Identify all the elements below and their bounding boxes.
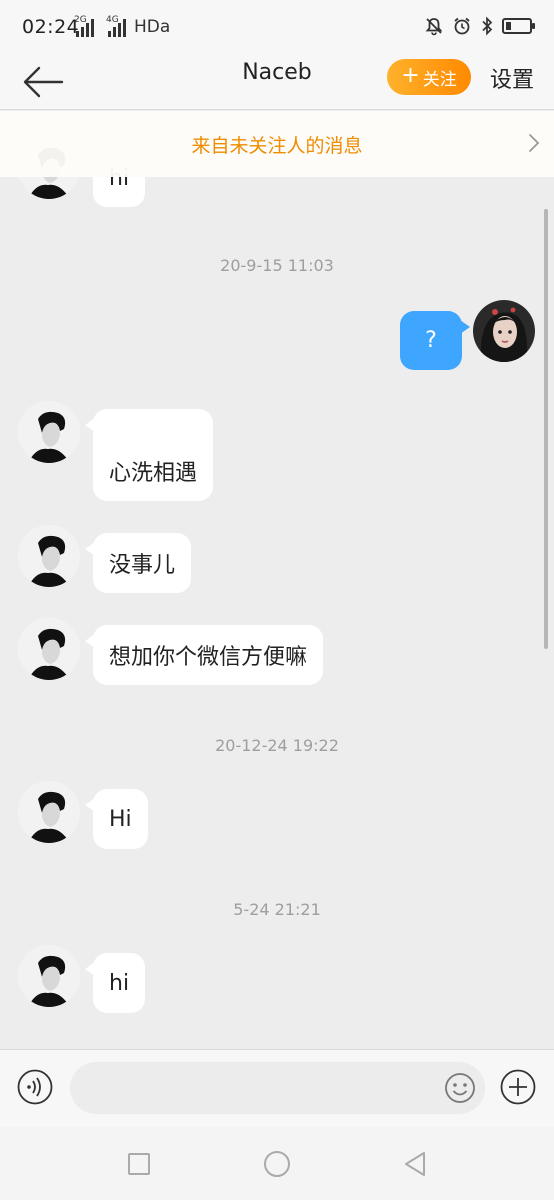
message-list[interactable]: hi 20-9-15 11:03 ? 心洗相遇 没事儿 想加你个微信方便嘛 20… [0,111,554,1049]
settings-button[interactable]: 设置 [490,62,534,94]
message-bubble[interactable]: 没事儿 [84,533,192,593]
message-bubble[interactable]: 心洗相遇 [84,409,214,501]
message-bubble[interactable]: hi [84,953,146,1013]
follow-button[interactable]: + 关注 [387,59,471,95]
mute-icon [425,18,443,36]
message-bubble[interactable]: Hi [85,789,148,849]
contact-avatar[interactable] [18,401,80,463]
recent-apps-icon [128,1153,150,1175]
message-input[interactable] [70,1062,485,1114]
contact-avatar[interactable] [18,945,80,1007]
system-navigation-bar [0,1127,554,1200]
recent-apps-button[interactable] [124,1149,154,1179]
home-button[interactable] [262,1149,292,1179]
signal-indicators: 2G 4G HDa [74,15,171,37]
timestamp: 20-12-24 19:22 [215,736,339,755]
emoji-icon [445,1073,475,1103]
chevron-right-icon [529,134,540,152]
voice-button[interactable] [17,1069,53,1105]
hd-indicator: HDa [134,17,171,37]
system-back-button[interactable] [400,1149,430,1179]
battery-icon [502,18,535,34]
contact-avatar[interactable] [18,781,80,843]
message-bubble[interactable]: 想加你个微信方便嘛 [84,625,324,685]
status-time: 02:24 [22,16,80,38]
home-icon [264,1151,290,1177]
scrollbar[interactable] [544,209,548,649]
timestamp: 5-24 21:21 [233,900,321,919]
signal-1-icon: 2G [74,15,94,37]
emoji-button[interactable] [444,1072,476,1104]
follow-label: 关注 [422,69,457,90]
back-button[interactable] [20,62,66,102]
back-arrow-icon [23,66,64,98]
self-avatar[interactable] [473,300,535,362]
voice-icon [17,1069,53,1105]
composer [0,1049,554,1127]
outgoing-message-bubble[interactable]: ? [400,311,470,370]
plus-icon [500,1069,536,1105]
contact-avatar[interactable] [18,618,80,680]
banner-text: 来自未关注人的消息 [191,135,363,157]
status-right-icons [424,16,535,36]
bluetooth-icon [482,16,493,36]
more-button[interactable] [500,1069,536,1105]
unfollowed-messages-banner[interactable]: 来自未关注人的消息 [0,111,554,177]
contact-avatar[interactable] [18,525,80,587]
chat-title: Naceb [242,60,312,85]
timestamp: 20-9-15 11:03 [220,256,334,275]
chat-header: Naceb + 关注 设置 [0,56,554,110]
plus-icon: + [401,63,420,88]
alarm-icon [454,17,470,35]
status-bar: 02:24 2G 4G HDa [0,0,554,56]
signal-2-icon: 4G [106,15,126,37]
back-triangle-icon [405,1152,425,1176]
